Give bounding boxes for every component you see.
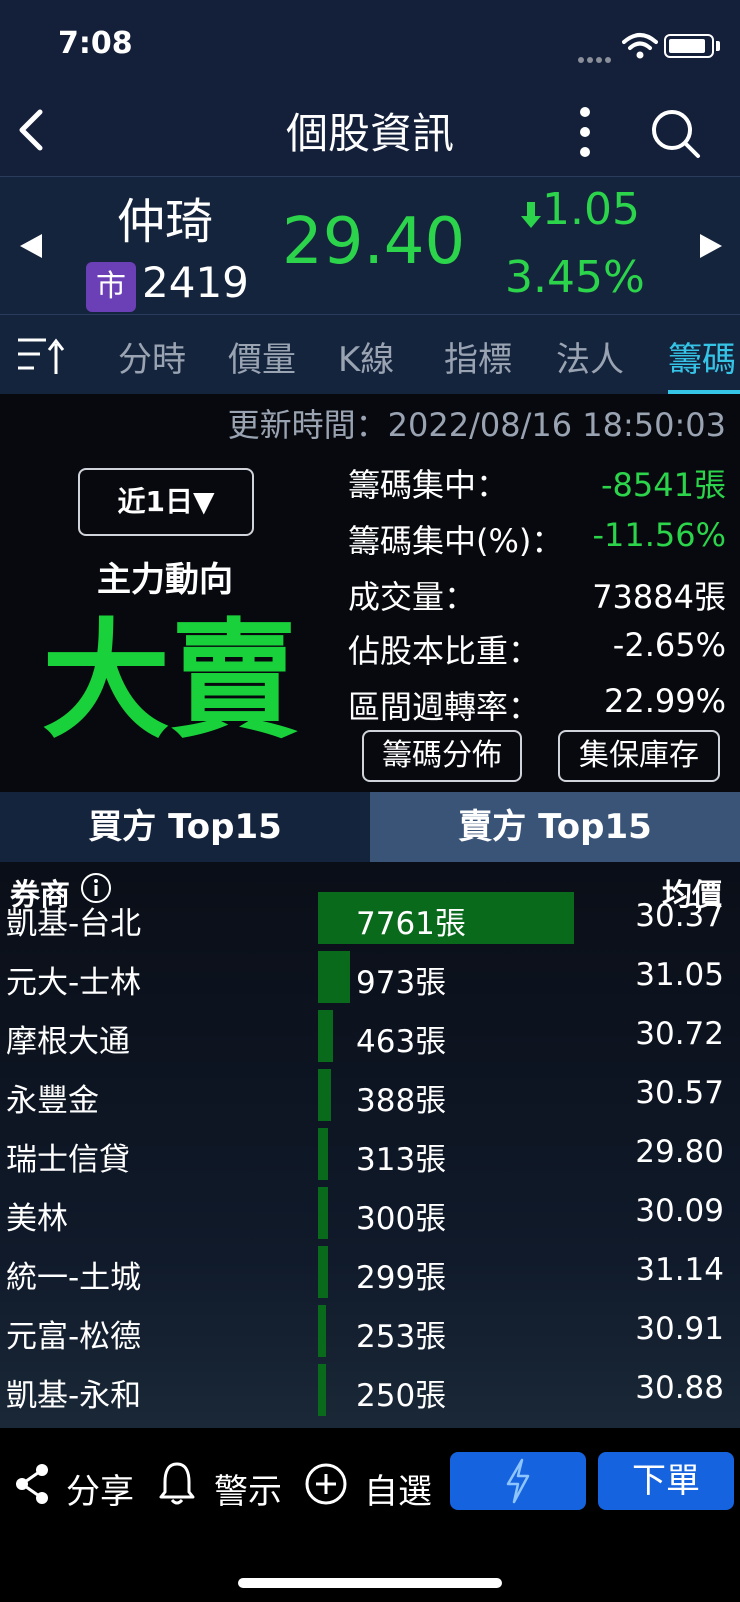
broker-name: 摩根大通	[6, 1024, 130, 1060]
share-label[interactable]: 分享	[66, 1464, 134, 1513]
broker-name: 凱基-台北	[6, 906, 142, 942]
alert-label[interactable]: 警示	[214, 1464, 282, 1513]
table-row[interactable]: 元富-松德 253張 30.91	[0, 1301, 740, 1360]
stat-value-concentration: -8541張	[601, 466, 726, 504]
broker-avg-price: 30.37	[635, 898, 724, 934]
add-watchlist-icon[interactable]	[304, 1462, 348, 1506]
search-icon[interactable]	[648, 106, 702, 160]
table-row[interactable]: 凱基-台北 7761張 30.37	[0, 888, 740, 947]
quantity-bar	[318, 1069, 331, 1121]
market-badge: 市	[86, 262, 136, 312]
battery-icon	[664, 34, 714, 58]
quantity-bar	[318, 951, 350, 1003]
signal-icon	[578, 48, 616, 63]
broker-avg-price: 29.80	[635, 1134, 724, 1170]
broker-avg-price: 30.57	[635, 1075, 724, 1111]
stat-value-capital-ratio: -2.65%	[612, 626, 726, 664]
stock-code: 2419	[142, 258, 249, 307]
broker-quantity: 299張	[356, 1260, 447, 1296]
broker-quantity: 7761張	[356, 906, 466, 942]
home-indicator	[238, 1578, 502, 1588]
broker-quantity: 253張	[356, 1319, 447, 1355]
next-stock-icon[interactable]	[698, 232, 724, 260]
main-force-label: 主力動向	[97, 560, 233, 600]
broker-avg-price: 30.88	[635, 1370, 724, 1406]
stat-value-volume: 73884張	[592, 578, 726, 616]
broker-avg-price: 30.91	[635, 1311, 724, 1347]
broker-quantity: 313張	[356, 1142, 447, 1178]
previous-stock-icon[interactable]	[18, 232, 44, 260]
tab-intraday[interactable]: 分時	[118, 332, 186, 381]
tab-sort-icon[interactable]	[16, 330, 66, 378]
back-arrow-icon[interactable]	[14, 108, 48, 152]
page-title: 個股資訊	[285, 109, 454, 158]
stat-label-concentration-pct: 籌碼集中(%)：	[348, 522, 564, 560]
more-vertical-icon[interactable]	[570, 104, 600, 160]
quantity-bar	[318, 1305, 326, 1357]
price-change: 1.05	[542, 184, 640, 235]
quantity-bar	[318, 1128, 328, 1180]
wifi-icon	[622, 33, 658, 59]
quantity-bar	[318, 1364, 326, 1416]
table-row[interactable]: 摩根大通 463張 30.72	[0, 1006, 740, 1065]
bell-icon[interactable]	[158, 1460, 196, 1506]
tab-indicators[interactable]: 指標	[444, 332, 512, 381]
share-icon[interactable]	[12, 1462, 52, 1506]
table-row[interactable]: 美林 300張 30.09	[0, 1183, 740, 1242]
chip-distribution-button[interactable]: 籌碼分佈	[362, 730, 522, 782]
buy-top15-tab[interactable]: 買方 Top15	[0, 792, 370, 862]
stat-value-turnover: 22.99%	[603, 682, 726, 720]
battery-tip	[716, 41, 720, 51]
tab-chip-distribution[interactable]: 籌碼	[668, 332, 736, 381]
quantity-bar	[318, 1246, 328, 1298]
price-change-percent: 3.45%	[505, 252, 645, 303]
table-row[interactable]: 瑞士信貸 313張 29.80	[0, 1124, 740, 1183]
broker-name: 凱基-永和	[6, 1378, 142, 1414]
stat-label-concentration: 籌碼集中：	[348, 466, 509, 504]
broker-avg-price: 30.09	[635, 1193, 724, 1229]
broker-avg-price: 30.72	[635, 1016, 724, 1052]
broker-avg-price: 31.14	[635, 1252, 724, 1288]
broker-name: 瑞士信貸	[6, 1142, 130, 1178]
table-row[interactable]: 統一-土城 299張 31.14	[0, 1242, 740, 1301]
stat-label-turnover: 區間週轉率：	[348, 688, 541, 726]
broker-quantity: 300張	[356, 1201, 447, 1237]
tab-price-volume[interactable]: 價量	[228, 332, 296, 381]
lightning-icon	[506, 1458, 530, 1504]
down-arrow-icon	[521, 202, 541, 228]
broker-name: 美林	[6, 1201, 68, 1237]
custody-inventory-button[interactable]: 集保庫存	[558, 730, 720, 782]
watchlist-label[interactable]: 自選	[364, 1464, 432, 1513]
period-dropdown[interactable]: 近1日▼	[78, 468, 254, 536]
stat-value-concentration-pct: -11.56%	[592, 516, 726, 554]
main-force-value: 大賣	[41, 607, 298, 756]
broker-name: 元大-士林	[6, 965, 142, 1001]
tab-institutional[interactable]: 法人	[556, 332, 624, 381]
stat-label-volume: 成交量：	[348, 578, 477, 616]
stat-label-capital-ratio: 佔股本比重：	[348, 632, 541, 670]
table-row[interactable]: 元大-士林 973張 31.05	[0, 947, 740, 1006]
broker-quantity: 973張	[356, 965, 447, 1001]
broker-name: 統一-土城	[6, 1260, 142, 1296]
table-row[interactable]: 永豐金 388張 30.57	[0, 1065, 740, 1124]
place-order-button[interactable]: 下單	[598, 1452, 734, 1510]
broker-quantity: 463張	[356, 1024, 447, 1060]
stock-name: 仲琦	[116, 194, 213, 250]
broker-avg-price: 31.05	[635, 957, 724, 993]
table-row[interactable]: 凱基-永和 250張 30.88	[0, 1360, 740, 1419]
tab-kline[interactable]: K線	[338, 332, 394, 381]
sell-top15-tab[interactable]: 賣方 Top15	[370, 792, 740, 862]
update-time: 更新時間：2022/08/16 18:50:03	[227, 406, 726, 444]
status-time: 7:08	[58, 26, 133, 61]
quantity-bar	[318, 1010, 333, 1062]
stock-price: 29.40	[282, 205, 466, 279]
quantity-bar	[318, 1187, 328, 1239]
broker-quantity: 388張	[356, 1083, 447, 1119]
broker-name: 永豐金	[6, 1083, 99, 1119]
broker-name: 元富-松德	[6, 1319, 142, 1355]
broker-quantity: 250張	[356, 1378, 447, 1414]
